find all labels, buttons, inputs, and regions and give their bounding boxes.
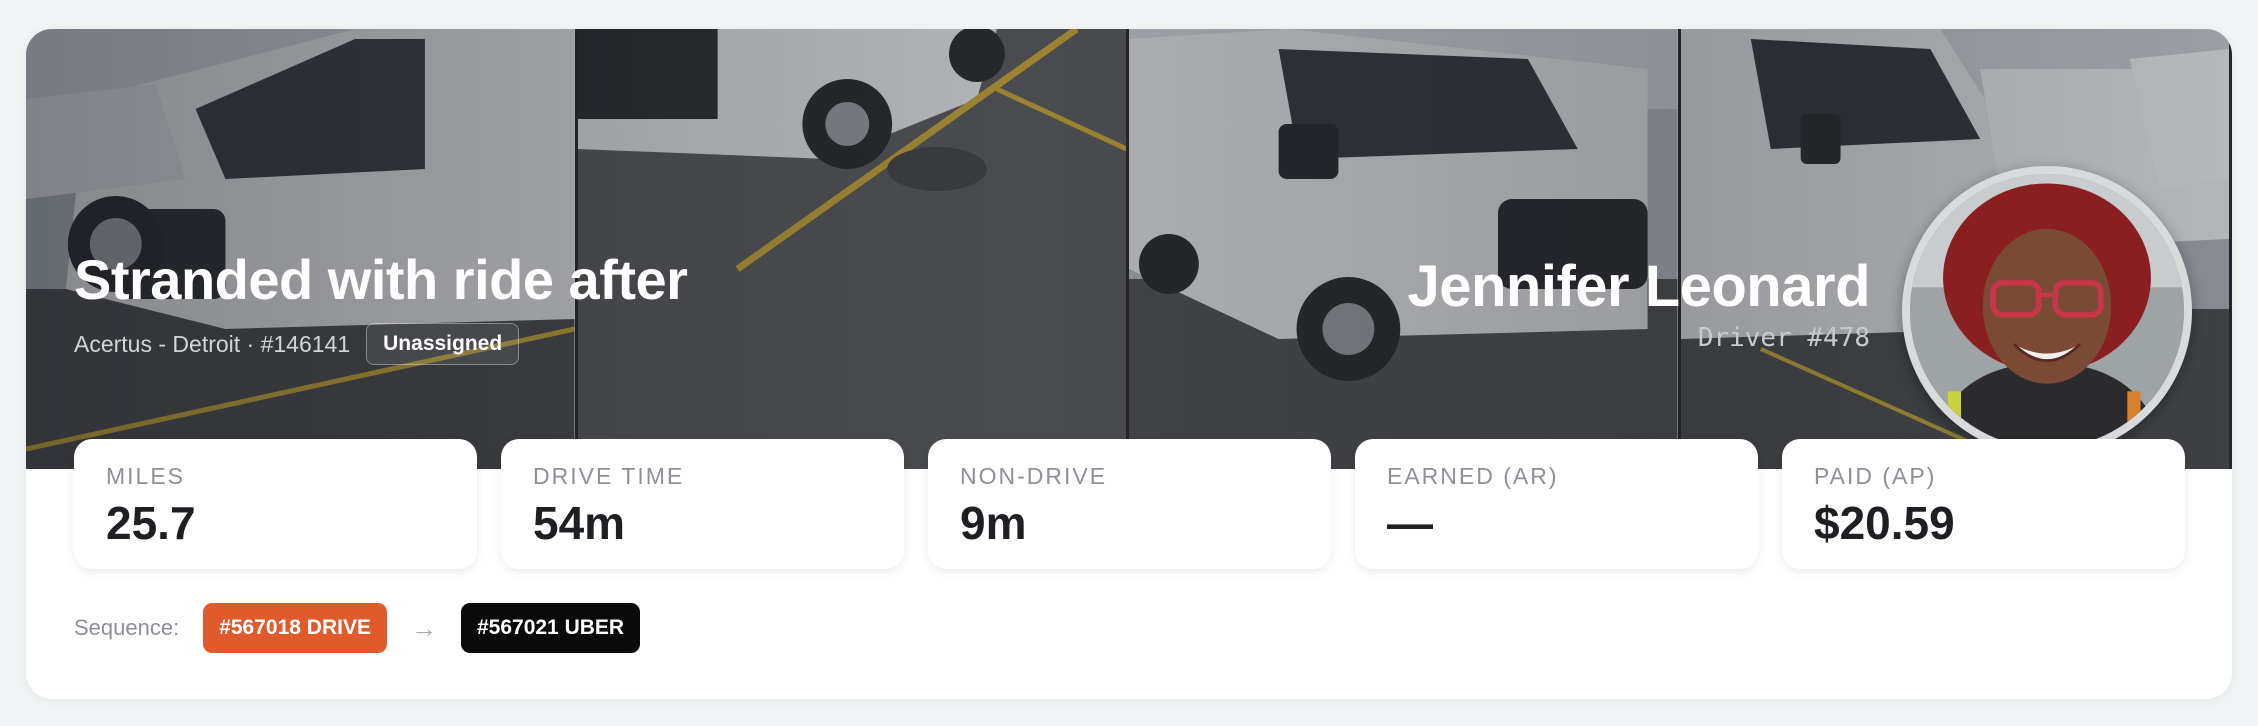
stat-label: MILES bbox=[106, 463, 186, 489]
stat-value: 9m bbox=[960, 497, 1027, 549]
stat-label: PAID (AP) bbox=[1814, 463, 1937, 489]
stat-miles: MILES 25.7 bbox=[74, 439, 477, 569]
stat-label: NON-DRIVE bbox=[960, 463, 1108, 489]
stat-label: DRIVE TIME bbox=[533, 463, 685, 489]
stat-value: 25.7 bbox=[106, 497, 196, 549]
sequence-chip-uber[interactable]: #567021 UBER bbox=[460, 603, 641, 653]
stat-non-drive: NON-DRIVE 9m bbox=[928, 439, 1331, 569]
stat-value: — bbox=[1387, 497, 1433, 549]
trip-meta: Acertus - Detroit · #146141 Unassigned bbox=[74, 323, 520, 365]
sequence-label: Sequence: bbox=[74, 615, 180, 640]
arrow-right-icon: → bbox=[410, 612, 437, 643]
stat-drive-time: DRIVE TIME 54m bbox=[501, 439, 904, 569]
sequence-chip-drive[interactable]: #567018 DRIVE bbox=[203, 603, 387, 653]
driver-id: Driver #478 bbox=[1697, 323, 1870, 353]
trip-client-and-id: Acertus - Detroit · #146141 bbox=[74, 330, 351, 357]
sequence-row: Sequence: #567018 DRIVE → #567021 UBER bbox=[74, 603, 641, 653]
stats-row: MILES 25.7 DRIVE TIME 54m NON-DRIVE 9m E… bbox=[74, 439, 2185, 569]
status-badge[interactable]: Unassigned bbox=[366, 323, 520, 365]
trip-card: Stranded with ride after Acertus - Detro… bbox=[26, 29, 2232, 699]
driver-name[interactable]: Jennifer Leonard bbox=[1407, 253, 1870, 320]
stat-paid-ap: PAID (AP) $20.59 bbox=[1782, 439, 2185, 569]
driver-avatar[interactable] bbox=[1902, 166, 2192, 456]
trip-title: Stranded with ride after bbox=[74, 248, 688, 311]
stat-value: 54m bbox=[533, 497, 626, 549]
stat-label: EARNED (AR) bbox=[1387, 463, 1559, 489]
stat-earned-ar: EARNED (AR) — bbox=[1355, 439, 1758, 569]
stat-value: $20.59 bbox=[1814, 497, 1955, 549]
